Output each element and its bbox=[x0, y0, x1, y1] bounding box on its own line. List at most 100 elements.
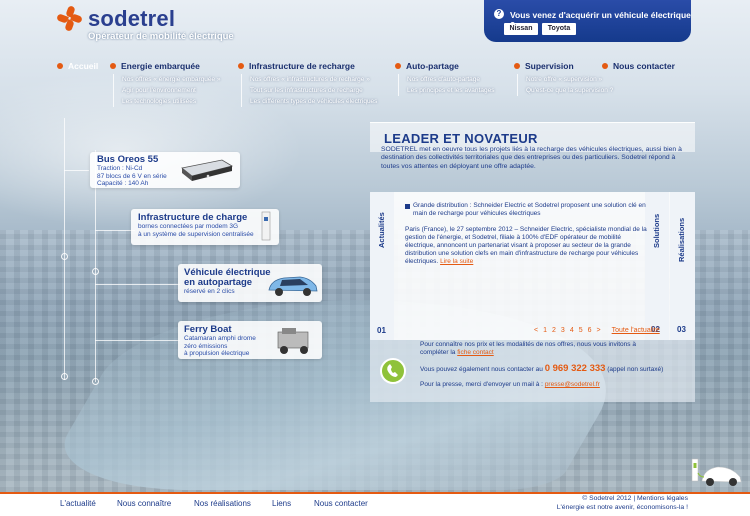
nav-sub-autopartage-principes[interactable]: Les principes et les avantages bbox=[407, 85, 494, 96]
nav-autopartage[interactable]: Auto-partage Nos offres d'auto-partage L… bbox=[395, 61, 494, 96]
card-line: à propulsion électrique bbox=[184, 350, 250, 357]
tab-label: Actualités bbox=[377, 212, 386, 248]
all-news-link[interactable]: Toute l'actualité bbox=[612, 327, 660, 334]
tab-number: 03 bbox=[677, 325, 686, 334]
card-line: Catamaran amphi drome bbox=[184, 335, 256, 342]
nav-sub-infra-types[interactable]: Les différents types de véhicules électr… bbox=[250, 96, 377, 107]
nav-infrastructure[interactable]: Infrastructure de recharge Nos offres « … bbox=[238, 61, 377, 107]
bullet-icon bbox=[110, 63, 116, 69]
pager-page-3[interactable]: 3 bbox=[561, 327, 565, 334]
phone-number[interactable]: 0 969 322 333 bbox=[545, 363, 606, 374]
nav-label-accueil[interactable]: Accueil bbox=[68, 61, 98, 71]
nav-sub-energie-offres[interactable]: Nos offres « énergie embarquée » bbox=[122, 74, 221, 85]
nav-sub-autopartage-offres[interactable]: Nos offres d'auto-partage bbox=[407, 74, 494, 85]
footer-link-nous-connaitre[interactable]: Nous connaître bbox=[117, 499, 171, 508]
card-title: Ferry Boat bbox=[184, 324, 232, 335]
nav-label-autopartage[interactable]: Auto-partage bbox=[406, 61, 459, 71]
nav-label-contact[interactable]: Nous contacter bbox=[613, 61, 675, 71]
copyright-text[interactable]: © Sodetrel 2012 | Mentions légales bbox=[557, 495, 688, 504]
contact-phone-prefix: Vous pouvez également nous contacter au bbox=[420, 366, 543, 373]
nav-sub-energie-environnement[interactable]: Agir pour l'environnement bbox=[122, 85, 221, 96]
tab-label: Réalisations bbox=[677, 217, 686, 262]
tree-node-icon bbox=[61, 253, 68, 260]
tree-node-icon bbox=[61, 373, 68, 380]
ferry-boat-image bbox=[277, 328, 309, 354]
pager-next[interactable]: > bbox=[597, 327, 601, 334]
tree-line bbox=[64, 118, 65, 380]
card-line: zéro émissions bbox=[184, 342, 228, 350]
card-title: Infrastructure de charge bbox=[138, 212, 248, 223]
card-line: Traction : Ni-Cd bbox=[97, 165, 143, 172]
toyota-button[interactable]: Toyota bbox=[542, 23, 576, 35]
nav-sub-infra-offres[interactable]: Nos offres « infrastructures de recharge… bbox=[250, 74, 377, 85]
battery-pack-image bbox=[181, 159, 234, 181]
nav-label-infrastructure[interactable]: Infrastructure de recharge bbox=[249, 61, 355, 71]
press-email-link[interactable]: presse@sodetrel.fr bbox=[545, 381, 600, 388]
footer-link-actualite[interactable]: L'actualité bbox=[60, 499, 96, 508]
card-vehicule-autopartage[interactable]: Véhicule électrique en autopartage réser… bbox=[178, 264, 322, 302]
page-title: LEADER ET NOVATEUR bbox=[384, 131, 538, 146]
pager-page-4[interactable]: 4 bbox=[570, 327, 574, 334]
nav-sub-energie-technologies[interactable]: Les technologies utilisées bbox=[122, 96, 221, 107]
news-pagination: < 1 2 3 4 5 6 > Toute l'actualité bbox=[534, 327, 660, 334]
tab-realisations[interactable]: Réalisations 03 bbox=[670, 192, 695, 340]
nav-sub-supervision-offre[interactable]: Notre offre « supervision » bbox=[526, 74, 613, 85]
tree-line bbox=[95, 230, 135, 231]
contact-form-link[interactable]: fiche contact bbox=[457, 349, 494, 356]
nav-sub-supervision-quoi[interactable]: Qu'est-ce que la supervision ? bbox=[526, 85, 613, 96]
phone-icon bbox=[380, 358, 406, 384]
electric-car-image bbox=[268, 276, 318, 296]
intro-paragraph: SODETREL met en oeuvre tous les projets … bbox=[381, 146, 682, 170]
tab-solutions[interactable]: Solutions 02 bbox=[645, 192, 669, 340]
tree-node-icon bbox=[92, 268, 99, 275]
pager-page-5[interactable]: 5 bbox=[579, 327, 583, 334]
bullet-icon bbox=[395, 63, 401, 69]
card-line: Capacité : 140 Ah bbox=[97, 180, 149, 187]
card-line: bornes connectées par modem 3G bbox=[138, 223, 239, 230]
news-headline[interactable]: Grande distribution : Schneider Electric… bbox=[413, 202, 648, 218]
question-icon: ? bbox=[494, 9, 504, 19]
card-line: réservé en 2 clics bbox=[184, 288, 235, 295]
tree-line bbox=[64, 170, 89, 171]
pager-page-1[interactable]: 1 bbox=[543, 327, 547, 334]
contact-line-2-text: compléter la bbox=[420, 349, 456, 356]
pager-page-2[interactable]: 2 bbox=[552, 327, 556, 334]
card-title: en autopartage bbox=[184, 277, 253, 288]
charging-station-image bbox=[261, 211, 271, 241]
active-dot-icon bbox=[57, 63, 63, 69]
nav-supervision[interactable]: Supervision Notre offre « supervision » … bbox=[514, 61, 613, 96]
nav-contact[interactable]: Nous contacter bbox=[602, 61, 675, 71]
read-more-link[interactable]: Lire la suite bbox=[440, 258, 473, 265]
ev-owner-promo: ? Vous venez d'acquérir un véhicule élec… bbox=[484, 0, 691, 42]
nav-energie[interactable]: Energie embarquée Nos offres « énergie e… bbox=[110, 61, 221, 107]
ev-charging-car-icon bbox=[691, 458, 742, 486]
nav-label-energie[interactable]: Energie embarquée bbox=[121, 61, 200, 71]
footer-copyright: © Sodetrel 2012 | Mentions légales L'éne… bbox=[557, 495, 688, 512]
news-bullet-icon bbox=[405, 204, 410, 209]
card-title: Bus Oreos 55 bbox=[97, 154, 159, 165]
tab-label: Solutions bbox=[652, 213, 661, 248]
footer: L'actualité Nous connaître Nos réalisati… bbox=[0, 492, 750, 516]
pager-page-6[interactable]: 6 bbox=[588, 327, 592, 334]
nav-accueil[interactable]: Accueil bbox=[57, 61, 98, 71]
nav-sub-infra-tout[interactable]: Tout sur les infrastructures de recharge bbox=[250, 85, 377, 96]
phone-note: (appel non surtaxé) bbox=[607, 366, 664, 373]
footer-link-contact[interactable]: Nous contacter bbox=[314, 499, 368, 508]
nav-label-supervision[interactable]: Supervision bbox=[525, 61, 574, 71]
card-bus-oreos[interactable]: Bus Oreos 55 Traction : Ni-Cd 87 blocs d… bbox=[90, 152, 240, 188]
card-line: à un système de supervision centralisée bbox=[138, 230, 254, 238]
card-infrastructure[interactable]: Infrastructure de charge bornes connecté… bbox=[131, 209, 279, 245]
footer-link-liens[interactable]: Liens bbox=[272, 499, 291, 508]
logo[interactable]: sodetrel Opérateur de mobilité électriqu… bbox=[56, 5, 234, 42]
card-line: 87 blocs de 6 V en série bbox=[97, 172, 167, 180]
contact-line-1: Pour connaître nos prix et les modalités… bbox=[420, 341, 636, 348]
card-ferry-boat[interactable]: Ferry Boat Catamaran amphi drome zéro ém… bbox=[178, 321, 322, 359]
contact-line-2: compléter la fiche contact bbox=[420, 349, 494, 357]
nissan-button[interactable]: Nissan bbox=[504, 23, 538, 35]
footer-link-realisations[interactable]: Nos réalisations bbox=[194, 499, 251, 508]
bullet-icon bbox=[514, 63, 520, 69]
pager-prev[interactable]: < bbox=[534, 327, 538, 334]
tab-actualites[interactable]: Actualités 01 bbox=[370, 192, 394, 340]
contact-panel: Pour connaître nos prix et les modalités… bbox=[370, 340, 695, 402]
tree-line bbox=[95, 340, 180, 341]
